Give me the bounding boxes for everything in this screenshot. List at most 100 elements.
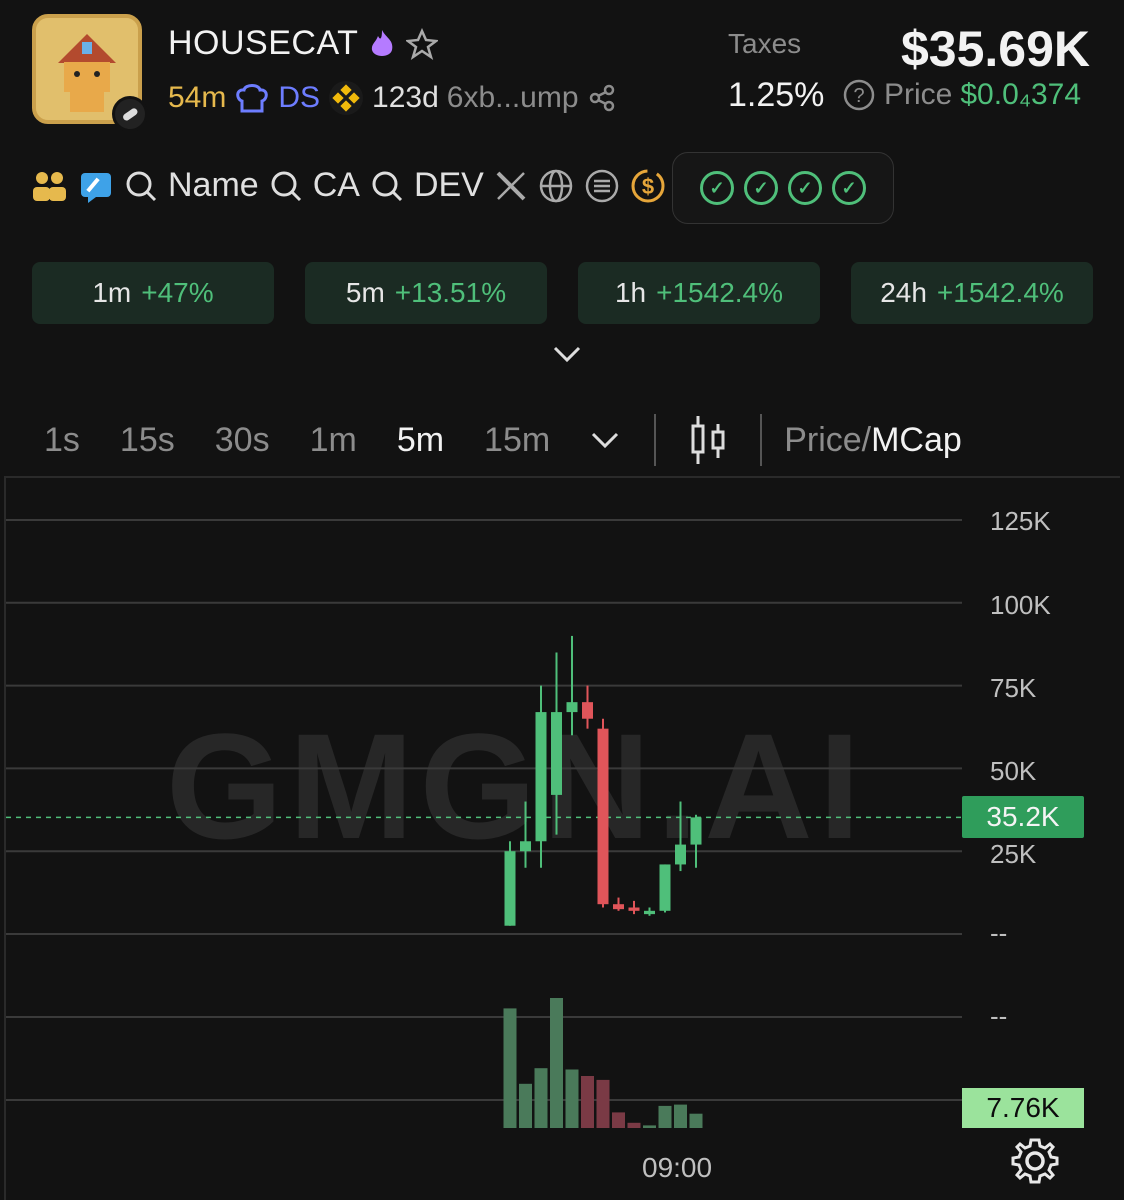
- chip-period: 1m: [92, 277, 132, 308]
- chef-hat-icon: [236, 84, 269, 113]
- x-time-label: 09:00: [642, 1152, 713, 1183]
- chip-value: +1542.4%: [656, 277, 784, 308]
- divider: [760, 414, 763, 466]
- edit-icon[interactable]: [78, 168, 114, 204]
- check-icon-1: ✓: [700, 171, 734, 205]
- candle-body: [566, 702, 578, 713]
- token-age: 54m: [168, 81, 227, 114]
- candle-body: [504, 851, 516, 926]
- y-tick-75k: 75K: [990, 673, 1037, 703]
- token-name: HOUSECAT: [168, 24, 439, 63]
- taxes-value: 1.25%: [728, 76, 825, 114]
- y-tick-50k: 50K: [990, 756, 1037, 786]
- candle-body: [597, 728, 609, 905]
- chip-value: +47%: [141, 277, 214, 308]
- timeframe-1m[interactable]: 1m: [310, 421, 357, 460]
- price-row: ? Price $0.0₄374: [842, 78, 1081, 112]
- y-tick-100k: 100K: [990, 590, 1051, 620]
- candle-body: [520, 841, 531, 852]
- search-ca-label[interactable]: CA: [313, 166, 360, 205]
- candle-body: [628, 907, 640, 911]
- candle-body: [659, 864, 671, 911]
- price-label: Price: [884, 78, 953, 111]
- check-icon-2: ✓: [744, 171, 778, 205]
- check-icon-3: ✓: [788, 171, 822, 205]
- x-twitter-icon[interactable]: [494, 169, 528, 203]
- change-chip-24h[interactable]: 24h +1542.4%: [851, 262, 1093, 324]
- chip-period: 5m: [345, 277, 385, 308]
- volume-bar: [596, 1079, 610, 1128]
- candlestick-chart[interactable]: [0, 476, 1124, 1200]
- search-ca-icon[interactable]: [269, 169, 303, 203]
- volume-bar: [658, 1105, 672, 1128]
- y-tick-zero: --: [990, 918, 1008, 948]
- timeframe-dropdown-icon[interactable]: [590, 430, 620, 450]
- holders-icon[interactable]: [30, 168, 68, 204]
- ds-label[interactable]: DS: [278, 81, 320, 115]
- volume-bar: [612, 1112, 625, 1128]
- candle-body: [613, 904, 624, 910]
- volume-bar: [581, 1076, 594, 1128]
- volume-bar: [519, 1083, 532, 1128]
- candle-body: [535, 712, 547, 842]
- timeframe-bar: 1s 15s 30s 1m 5m 15m Price/ MCap: [44, 414, 962, 466]
- check-icon-4: ✓: [832, 171, 866, 205]
- volume-bar: [689, 1113, 703, 1128]
- taxes-label: Taxes: [728, 28, 802, 59]
- timeframe-1s[interactable]: 1s: [44, 421, 80, 460]
- current-price-tag: 35.2K: [962, 796, 1084, 838]
- share-icon[interactable]: [587, 83, 617, 113]
- candle-body: [644, 910, 655, 915]
- tools-row: Name CA DEV $: [30, 166, 666, 205]
- change-chip-1m[interactable]: 1m +47%: [32, 262, 274, 324]
- security-checks[interactable]: ✓ ✓ ✓ ✓: [672, 152, 894, 224]
- chip-value: +13.51%: [394, 277, 507, 308]
- search-dev-icon[interactable]: [370, 169, 404, 203]
- price-value: $0.0₄374: [960, 78, 1082, 111]
- contract-address[interactable]: 6xb...ump: [447, 81, 579, 115]
- mcap-toggle[interactable]: MCap: [871, 421, 962, 460]
- timeframe-30s[interactable]: 30s: [215, 421, 270, 460]
- pill-badge-icon: [112, 96, 148, 132]
- y-tick-25k: 25K: [990, 839, 1037, 869]
- candle-body: [551, 712, 562, 795]
- candle-body: [690, 817, 702, 845]
- chip-value: +1542.4%: [936, 277, 1064, 308]
- volume-bar: [534, 1068, 548, 1128]
- fire-icon: [372, 29, 393, 56]
- change-chip-5m[interactable]: 5m +13.51%: [305, 262, 547, 324]
- volume-bar: [627, 1122, 641, 1128]
- volume-bar: [565, 1069, 579, 1128]
- star-icon[interactable]: [406, 27, 439, 60]
- dollar-refresh-icon[interactable]: $: [630, 168, 666, 204]
- timeframe-15s[interactable]: 15s: [120, 421, 175, 460]
- volume-bar: [550, 998, 563, 1128]
- svg-text:$: $: [642, 174, 654, 199]
- settings-gear-icon[interactable]: [1010, 1136, 1060, 1186]
- chip-period: 1h: [614, 277, 647, 308]
- search-name-icon[interactable]: [124, 169, 158, 203]
- chip-period: 24h: [880, 277, 927, 308]
- candlestick-type-icon[interactable]: [688, 414, 728, 466]
- menu-circle-icon[interactable]: [584, 168, 620, 204]
- price-toggle[interactable]: Price/: [784, 421, 871, 460]
- divider: [654, 414, 657, 466]
- change-chip-1h[interactable]: 1h +1542.4%: [578, 262, 820, 324]
- timeframe-15m[interactable]: 15m: [484, 421, 550, 460]
- token-meta-row: 54m DS 123d 6xb...ump: [168, 80, 617, 116]
- globe-icon[interactable]: [538, 168, 574, 204]
- expand-chevron-icon[interactable]: [552, 344, 582, 364]
- svg-text:?: ?: [853, 85, 864, 107]
- volume-value-tag: 7.76K: [962, 1088, 1084, 1128]
- chain-age: 123d: [372, 81, 439, 114]
- market-cap: $35.69K: [900, 21, 1090, 77]
- y-tick-125k: 125K: [990, 506, 1051, 536]
- timeframe-5m[interactable]: 5m: [397, 421, 444, 460]
- volume-bar: [503, 1008, 517, 1128]
- help-icon[interactable]: ?: [842, 78, 876, 112]
- volume-tick: --: [990, 1001, 1008, 1031]
- volume-bar: [643, 1125, 656, 1128]
- search-name-label[interactable]: Name: [168, 166, 259, 205]
- candle-body: [675, 844, 686, 865]
- search-dev-label[interactable]: DEV: [414, 166, 484, 205]
